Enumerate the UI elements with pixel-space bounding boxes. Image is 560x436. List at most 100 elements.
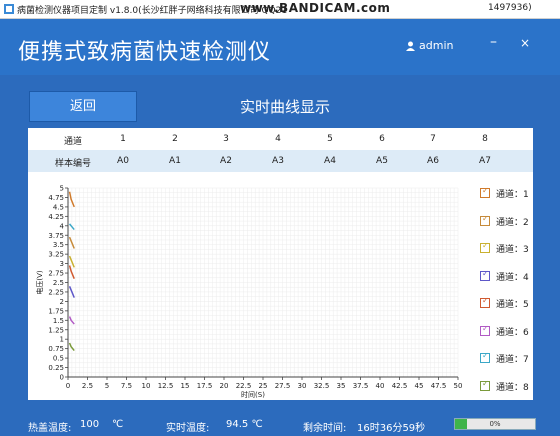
progress-text: 0%: [489, 420, 501, 428]
channel-row-label: 通道: [64, 137, 83, 147]
y-axis-label: 电压(V): [35, 270, 44, 295]
toolbar: 返回 实时曲线显示: [0, 75, 560, 125]
legend-label: 通道：8: [496, 382, 529, 393]
x-tick-label: 17.5: [197, 382, 213, 390]
user-menu[interactable]: admin: [406, 39, 453, 52]
channel-cell: 6: [379, 134, 385, 144]
y-tick-label: 4.5: [53, 203, 64, 211]
y-tick-label: 0.25: [48, 364, 64, 372]
sample-cell: A7: [479, 156, 491, 166]
y-tick-label: 1.25: [48, 326, 64, 334]
x-tick-label: 7.5: [121, 382, 132, 390]
user-icon: [406, 41, 415, 51]
app-title: 便携式致病菌快速检测仪: [18, 40, 272, 65]
y-tick-label: 1.75: [48, 307, 64, 315]
window-titlebar: 病菌检测仪器项目定制 v1.8.0(长沙红胖子网络科技有限公司 QQ21 www…: [0, 0, 560, 19]
x-tick-label: 30: [298, 382, 307, 390]
x-tick-label: 32.5: [314, 382, 330, 390]
legend-label: 通道：5: [496, 300, 529, 310]
channel-cell: 4: [275, 134, 281, 144]
voltage-chart: 0 2.5 5 7.5 10 12.5 15 17.5 20 22.5 25 27.5 30 32.5 35…: [35, 185, 463, 400]
legend-label: 通道：7: [496, 355, 529, 365]
y-tick-label: 0.75: [48, 345, 64, 353]
legend-checkbox-icon[interactable]: ✓: [480, 296, 490, 308]
x-tick-label: 10: [142, 382, 151, 390]
x-tick-label: 45: [415, 382, 424, 390]
y-tick-label: 1.5: [53, 317, 64, 325]
x-tick-label: 42.5: [392, 382, 408, 390]
legend-item[interactable]: ✓ 通道：4: [480, 269, 530, 284]
legend-item[interactable]: ✓ 通道：5: [480, 296, 530, 311]
x-tick-label: 25: [259, 382, 268, 390]
legend-checkbox-icon[interactable]: ✓: [480, 241, 490, 253]
progress-bar: 0%: [454, 418, 536, 430]
channel-cell: 8: [482, 134, 488, 144]
legend-label: 通道：4: [496, 272, 529, 283]
heat-value: 100: [80, 419, 100, 430]
heat-unit: ℃: [112, 419, 124, 430]
sample-cell: A3: [272, 156, 284, 166]
legend-checkbox-icon[interactable]: ✓: [480, 269, 490, 281]
app-icon: [4, 4, 14, 14]
x-tick-label: 37.5: [353, 382, 369, 390]
sample-row: 样本编号 A0 A1 A2 A3 A4 A5 A6 A7: [28, 150, 533, 172]
x-tick-label: 22.5: [236, 382, 252, 390]
legend-label: 通道：6: [496, 327, 529, 338]
x-tick-label: 2.5: [82, 382, 93, 390]
legend-checkbox-icon[interactable]: ✓: [480, 324, 490, 336]
heat-label: 热盖温度:: [28, 423, 72, 434]
legend-checkbox-icon[interactable]: ✓: [480, 351, 490, 363]
legend-item[interactable]: ✓ 通道：8: [480, 379, 530, 394]
sample-cell: A4: [324, 156, 336, 166]
y-tick-label: 2: [60, 298, 64, 306]
y-tick-label: 4.75: [48, 194, 64, 202]
channel-cell: 7: [430, 134, 436, 144]
x-tick-label: 27.5: [275, 382, 291, 390]
sample-cell: A1: [169, 156, 181, 166]
legend-label: 通道：3: [496, 245, 529, 255]
y-tick-label: 0.5: [53, 355, 64, 363]
channel-cell: 5: [327, 134, 333, 144]
channel-row: 通道 1 2 3 4 5 6 7 8: [28, 128, 533, 150]
channel-cell: 3: [223, 134, 229, 144]
app-header: 便携式致病菌快速检测仪 admin – ×: [0, 19, 560, 75]
channel-cell: 1: [120, 134, 126, 144]
x-tick-label: 35: [337, 382, 346, 390]
legend-label: 通道：1: [496, 190, 529, 200]
sample-cell: A6: [427, 156, 439, 166]
real-temp-label: 实时温度:: [166, 423, 210, 434]
legend-checkbox-icon[interactable]: ✓: [480, 379, 490, 391]
x-tick-label: 50: [454, 382, 463, 390]
y-tick-label: 3.5: [53, 241, 64, 249]
close-button[interactable]: ×: [520, 36, 530, 50]
legend-item[interactable]: ✓ 通道：1: [480, 186, 530, 201]
x-tick-label: 47.5: [431, 382, 447, 390]
minimize-button[interactable]: –: [490, 34, 497, 50]
x-tick-label: 5: [105, 382, 109, 390]
y-tick-label: 2.25: [48, 288, 64, 296]
y-tick-label: 4.25: [48, 213, 64, 221]
legend-checkbox-icon[interactable]: ✓: [480, 214, 490, 226]
x-tick-label: 40: [376, 382, 385, 390]
legend-item[interactable]: ✓ 通道：3: [480, 241, 530, 256]
y-tick-label: 3.25: [48, 251, 64, 259]
window-title-tail: 1497936): [488, 3, 532, 13]
x-tick-label: 15: [181, 382, 190, 390]
sample-cell: A5: [376, 156, 388, 166]
real-temp-value: 94.5 ℃: [226, 419, 263, 430]
x-tick-label: 20: [220, 382, 229, 390]
remain-value: 16时36分59秒: [357, 423, 426, 434]
y-tick-label: 3: [60, 260, 64, 268]
y-tick-label: 5: [60, 185, 64, 193]
x-axis-label: 时间(S): [241, 390, 265, 399]
back-button[interactable]: 返回: [29, 91, 137, 122]
y-tick-label: 2.75: [48, 270, 64, 278]
legend-checkbox-icon[interactable]: ✓: [480, 186, 490, 198]
legend-item[interactable]: ✓ 通道：7: [480, 351, 530, 366]
sample-cell: A2: [220, 156, 232, 166]
legend-item[interactable]: ✓ 通道：6: [480, 324, 530, 339]
sample-cell: A0: [117, 156, 129, 166]
x-tick-label: 0: [66, 382, 70, 390]
legend-item[interactable]: ✓ 通道：2: [480, 214, 530, 229]
remain-label: 剩余时间:: [303, 423, 347, 434]
